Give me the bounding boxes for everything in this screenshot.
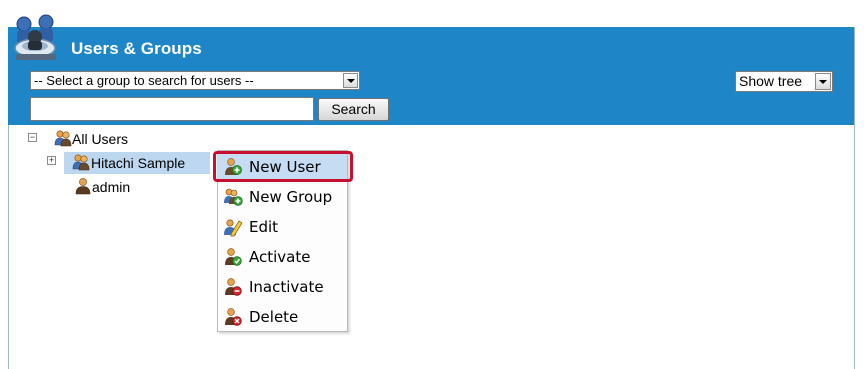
- menu-item-label: Edit: [249, 218, 279, 236]
- menu-item-label: Inactivate: [249, 278, 324, 296]
- group-select-value: -- Select a group to search for users --: [34, 73, 254, 88]
- menu-item-label: New Group: [249, 188, 333, 206]
- group-select[interactable]: -- Select a group to search for users --: [30, 71, 360, 90]
- highlight-box: [213, 151, 353, 182]
- user-delete-icon: [225, 308, 242, 326]
- menu-item-label: Delete: [249, 308, 299, 326]
- view-mode-value: Show tree: [739, 73, 803, 89]
- users-group-icon: [54, 130, 72, 147]
- menu-item-new-group[interactable]: New Group: [217, 184, 346, 210]
- group-add-icon: [224, 188, 243, 206]
- menu-item-edit[interactable]: Edit: [217, 214, 346, 240]
- collapse-toggle[interactable]: −: [28, 133, 37, 142]
- view-mode-select[interactable]: Show tree: [735, 71, 833, 92]
- user-edit-icon: [224, 219, 243, 237]
- expand-toggle[interactable]: +: [47, 156, 56, 165]
- chevron-down-icon[interactable]: [343, 73, 358, 88]
- search-input[interactable]: [30, 97, 314, 121]
- users-group-icon: [72, 154, 90, 171]
- menu-item-label: Activate: [249, 248, 311, 266]
- tree-node-all-users[interactable]: All Users: [72, 131, 128, 147]
- user-icon: [75, 178, 91, 195]
- user-activate-icon: [225, 248, 242, 266]
- panel-title: Users & Groups: [71, 39, 202, 58]
- tree-node-admin[interactable]: admin: [92, 179, 130, 195]
- users-groups-logo-icon: [14, 14, 56, 60]
- menu-item-activate[interactable]: Activate: [217, 244, 346, 270]
- tree-node-hitachi-sample[interactable]: Hitachi Sample: [91, 155, 185, 171]
- menu-item-inactivate[interactable]: Inactivate: [217, 274, 346, 300]
- chevron-down-icon[interactable]: [815, 73, 831, 90]
- menu-item-delete[interactable]: Delete: [217, 304, 346, 330]
- user-inactivate-icon: [225, 278, 242, 296]
- search-button[interactable]: Search: [318, 98, 389, 121]
